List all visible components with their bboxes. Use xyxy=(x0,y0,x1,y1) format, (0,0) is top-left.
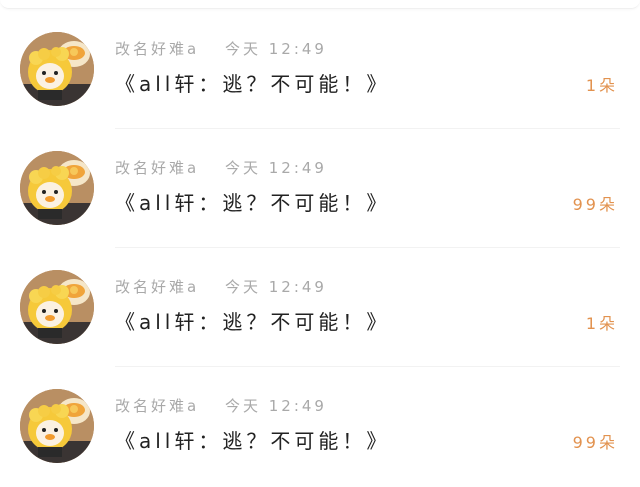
post-time: 今天 12:49 xyxy=(224,278,327,296)
list-item[interactable]: 改名好难a 今天 12:49 《all轩：逃？不可能！》 1朵 xyxy=(0,10,640,129)
list-item[interactable]: 改名好难a 今天 12:49 《all轩：逃？不可能！》 99朵 xyxy=(0,367,640,486)
duck-avatar-image xyxy=(20,151,94,225)
flower-count: 99朵 xyxy=(572,433,618,452)
avatar[interactable] xyxy=(20,32,94,106)
post-time: 今天 12:49 xyxy=(224,397,327,415)
flower-count: 1朵 xyxy=(585,76,618,95)
item-meta: 改名好难a 今天 12:49 xyxy=(115,38,327,59)
post-time: 今天 12:49 xyxy=(224,159,327,177)
item-title[interactable]: 《all轩：逃？不可能！》 xyxy=(115,187,390,216)
avatar[interactable] xyxy=(20,389,94,463)
duck-avatar-image xyxy=(20,32,94,106)
avatar[interactable] xyxy=(20,151,94,225)
author-name[interactable]: 改名好难a xyxy=(115,159,199,177)
duck-avatar-image xyxy=(20,270,94,344)
item-meta: 改名好难a 今天 12:49 xyxy=(115,395,327,416)
message-list: 改名好难a 今天 12:49 《all轩：逃？不可能！》 1朵 改名好难a 今天… xyxy=(0,10,640,486)
item-meta: 改名好难a 今天 12:49 xyxy=(115,276,327,297)
author-name[interactable]: 改名好难a xyxy=(115,397,199,415)
flower-count: 1朵 xyxy=(585,314,618,333)
item-meta: 改名好难a 今天 12:49 xyxy=(115,157,327,178)
item-title[interactable]: 《all轩：逃？不可能！》 xyxy=(115,68,390,97)
flower-count: 99朵 xyxy=(572,195,618,214)
item-title[interactable]: 《all轩：逃？不可能！》 xyxy=(115,425,390,454)
author-name[interactable]: 改名好难a xyxy=(115,278,199,296)
post-time: 今天 12:49 xyxy=(224,40,327,58)
avatar[interactable] xyxy=(20,270,94,344)
duck-avatar-image xyxy=(20,389,94,463)
list-item[interactable]: 改名好难a 今天 12:49 《all轩：逃？不可能！》 99朵 xyxy=(0,129,640,248)
top-divider xyxy=(0,0,640,9)
item-title[interactable]: 《all轩：逃？不可能！》 xyxy=(115,306,390,335)
message-list-page: 改名好难a 今天 12:49 《all轩：逃？不可能！》 1朵 改名好难a 今天… xyxy=(0,0,640,487)
list-item[interactable]: 改名好难a 今天 12:49 《all轩：逃？不可能！》 1朵 xyxy=(0,248,640,367)
author-name[interactable]: 改名好难a xyxy=(115,40,199,58)
